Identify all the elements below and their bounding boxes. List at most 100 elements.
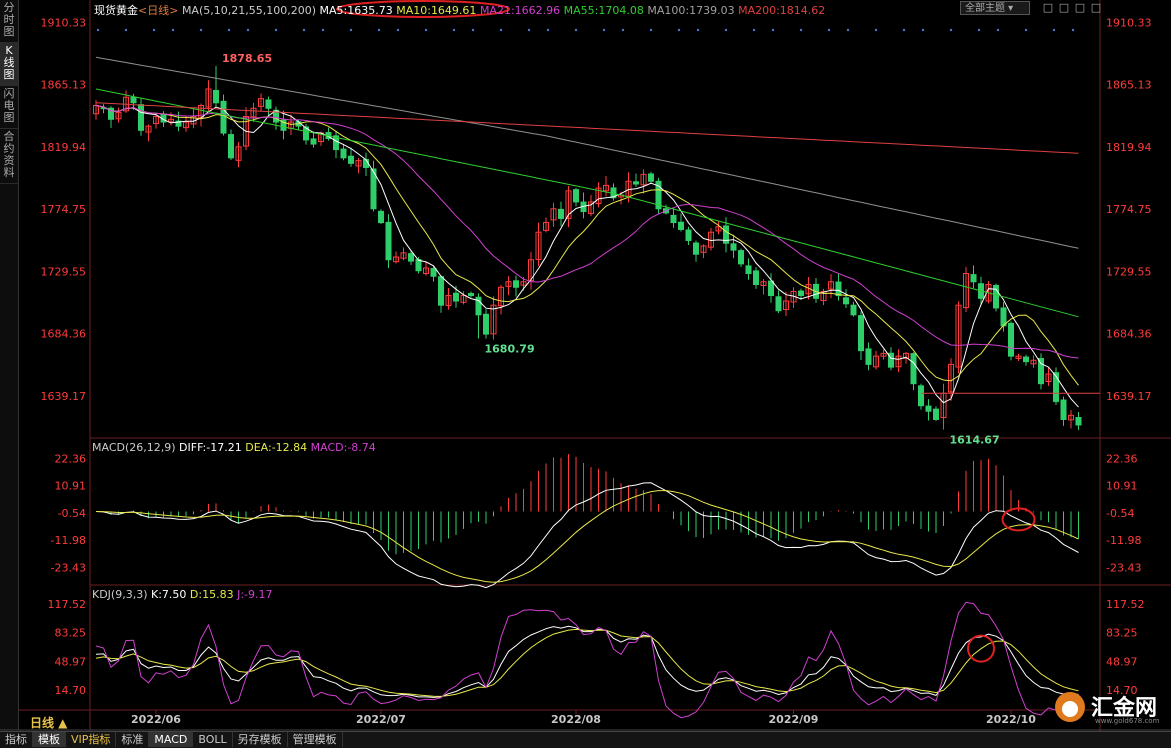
event-marker: [546, 28, 550, 32]
event-marker: [574, 28, 578, 32]
candle-body: [513, 280, 519, 288]
ma5-line: [95, 105, 1079, 408]
macd-panel[interactable]: [95, 454, 1079, 589]
price-left-tick-3: 1774.75: [41, 203, 87, 216]
candle-body: [918, 385, 924, 407]
candle-body: [678, 221, 684, 230]
event-marker: [696, 28, 700, 32]
period-button[interactable]: 日线 ▲: [30, 714, 67, 731]
macd-left-tick-4: -23.43: [51, 561, 86, 574]
price-annotation-1: 1680.79: [485, 343, 535, 356]
macd-right-tick-3: -11.98: [1106, 534, 1141, 547]
price-right-tick-6: 1639.17: [1106, 390, 1152, 403]
candle-body: [558, 208, 564, 219]
candle-body: [745, 265, 752, 275]
ma100-line: [95, 56, 1079, 249]
event-marker: [452, 28, 456, 32]
price-right-tick-4: 1729.55: [1106, 265, 1152, 278]
ma21-value: MA21:1662.96: [479, 4, 561, 17]
event-marker: [171, 28, 175, 32]
event-marker: [302, 28, 306, 32]
event-marker: [96, 28, 100, 32]
chart-canvas[interactable]: 1878.65 1680.79 1614.67 1910.33 1910.33 1865…: [0, 0, 1171, 731]
macd-left-tick-2: -0.54: [58, 507, 86, 520]
event-marker: [846, 28, 850, 32]
grid: [0, 0, 1171, 731]
event-marker: [621, 28, 625, 32]
theme-dropdown[interactable]: 全部主题 ▾: [960, 1, 1030, 15]
candle-body: [858, 315, 864, 352]
ma-params: MA(5,10,21,55,100,200): [181, 4, 316, 17]
candle-body: [670, 214, 677, 224]
macd-left-tick-1: 10.91: [55, 480, 87, 493]
macd-value: MACD:-8.74: [310, 441, 376, 454]
candle-body: [415, 259, 422, 272]
candle-body: [753, 270, 759, 286]
axis-labels: 1910.33 1910.33 1865.13 1865.13 1819.94 1819.…: [41, 0, 1152, 726]
price-panel[interactable]: 1878.65 1680.79 1614.67: [93, 52, 1101, 447]
event-marker: [649, 28, 653, 32]
date-tick-4: 2022/10: [986, 713, 1036, 726]
logo: 汇金网 www.gold678.com: [1055, 690, 1165, 728]
bottom-tab-6[interactable]: 另存模板: [233, 732, 288, 747]
price-annotation-2: 1614.67: [950, 434, 1000, 447]
event-marker: [527, 28, 531, 32]
bottom-tab-5[interactable]: BOLL: [193, 732, 233, 747]
event-marker: [827, 28, 831, 32]
bottom-tab-0[interactable]: 指标: [0, 732, 33, 747]
kdj-left-tick-3: 14.70: [55, 684, 87, 697]
candle-body: [378, 210, 384, 224]
candle-body: [348, 155, 354, 164]
price-left-tick-0: 1910.33: [41, 16, 87, 29]
macd-name: MACD(26,12,9): [92, 441, 176, 454]
bottom-tab-1[interactable]: 模板: [33, 732, 66, 747]
bottom-tab-7[interactable]: 管理模板: [288, 732, 343, 747]
candle-body: [265, 99, 272, 109]
candle-body: [775, 296, 782, 312]
window-controls[interactable]: □ □ □ □: [1040, 1, 1104, 14]
price-left-tick-5: 1684.36: [41, 328, 87, 341]
candle-body: [385, 221, 392, 261]
macd-left-tick-0: 22.36: [55, 452, 87, 465]
event-marker: [724, 28, 728, 32]
kdj-d: D:15.83: [189, 588, 234, 601]
kdj-panel[interactable]: [95, 601, 1079, 719]
event-marker: [1071, 28, 1075, 32]
event-marker: [977, 28, 981, 32]
event-marker: [874, 28, 878, 32]
logo-url: www.gold678.com: [1095, 717, 1160, 725]
window-control-2[interactable]: □: [1072, 1, 1088, 14]
event-marker: [799, 28, 803, 32]
event-marker: [471, 28, 475, 32]
candle-body: [970, 274, 977, 283]
date-tick-3: 2022/09: [769, 713, 819, 726]
window-control-3[interactable]: □: [1088, 1, 1104, 14]
kdj-right-tick-2: 48.97: [1106, 655, 1138, 668]
event-marker: [124, 28, 128, 32]
event-marker: [902, 28, 906, 32]
price-right-tick-5: 1684.36: [1106, 328, 1152, 341]
price-right-tick-2: 1819.94: [1106, 141, 1152, 154]
bottom-tab-3[interactable]: 标准: [116, 732, 150, 747]
macd-diff-line: [95, 482, 1079, 589]
price-left-tick-1: 1865.13: [41, 79, 87, 92]
bottom-tab-2[interactable]: VIP指标: [66, 732, 117, 747]
price-right-tick-0: 1910.33: [1106, 16, 1152, 29]
candle-body: [310, 138, 317, 145]
event-marker: [246, 28, 250, 32]
event-marker: [396, 28, 400, 32]
theme-label: 全部主题: [965, 3, 1005, 14]
event-marker: [377, 28, 381, 32]
bottom-tab-4[interactable]: MACD: [149, 732, 194, 747]
kdj-left-tick-0: 117.52: [48, 598, 87, 611]
window-control-1[interactable]: □: [1056, 1, 1072, 14]
kdj-right-tick-0: 117.52: [1106, 598, 1145, 611]
logo-icon: [1055, 692, 1085, 722]
candle-body: [228, 134, 234, 159]
ma100-value: MA100:1739.03: [647, 4, 735, 17]
candle-body: [633, 181, 639, 185]
price-left-tick-6: 1639.17: [41, 390, 87, 403]
candle-body: [685, 229, 692, 241]
window-control-0[interactable]: □: [1040, 1, 1056, 14]
date-tick-2: 2022/08: [551, 713, 601, 726]
